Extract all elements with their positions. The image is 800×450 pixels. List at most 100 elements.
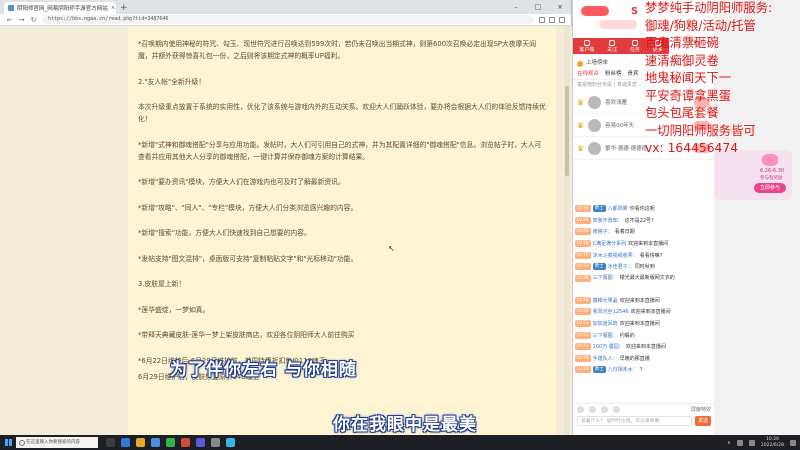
folder-icon[interactable]	[136, 438, 145, 447]
app-icon[interactable]	[226, 438, 235, 447]
chat-message[interactable]: LV.16 沐木斗菜视频收弄： 看看快嘛?	[573, 249, 715, 261]
ad-line: 百鬼清票砸碗	[645, 36, 719, 50]
platform-logo-icon: S	[631, 6, 639, 17]
emoji-icon[interactable]	[577, 406, 584, 413]
chat-message[interactable]: LV.18 手建队人： 早晚的那直播	[573, 353, 715, 365]
app-icon[interactable]	[166, 438, 175, 447]
app-icon[interactable]	[181, 438, 190, 447]
chat-input[interactable]: 说着什么？ @时时注意，可以发弹幕	[577, 416, 692, 426]
bag-icon[interactable]	[601, 406, 608, 413]
avatar	[588, 95, 602, 109]
heart-icon	[609, 39, 616, 46]
browser-toolbar	[539, 16, 565, 23]
favorites-icon[interactable]	[549, 16, 555, 23]
client-icon	[583, 39, 590, 46]
menu-icon[interactable]	[559, 16, 565, 23]
edge-icon[interactable]	[121, 438, 130, 447]
browser-tab[interactable]: 阴阳师官网_网易阴阳师手游官方网站 ×	[4, 2, 116, 14]
nav-tasks[interactable]: 任务	[630, 39, 640, 53]
event-promo[interactable]: 6.26-6.30 参与有奖励 立即参与	[714, 150, 792, 200]
new-tab-icon[interactable]: +	[120, 2, 128, 14]
chat-message[interactable]: LV.22 三下瓶图： 约躲的	[573, 329, 715, 341]
chat-message[interactable]: LV.21 100万·露园： 欢迎来到本直播间	[573, 341, 715, 353]
send-button[interactable]: 发送	[695, 416, 711, 426]
start-button[interactable]	[0, 435, 16, 450]
forward-icon[interactable]: →	[18, 16, 25, 24]
system-tray: ∧ 10:26 2022/6/28	[727, 437, 800, 448]
task-view-icon[interactable]	[106, 438, 115, 447]
chat-message[interactable]: LV.24 我骂光丝12546 欢迎来到本直播间	[573, 306, 715, 318]
back-icon[interactable]: ←	[6, 16, 13, 24]
chat-message[interactable]: LV.18 鑫梯大果晶 欢迎来到本直播间	[573, 295, 715, 307]
tray-expand-icon[interactable]: ∧	[727, 440, 731, 446]
reload-icon[interactable]: ↻	[30, 16, 37, 24]
nav-client[interactable]: 客户端	[579, 39, 594, 53]
url-input[interactable]: https://bbs.ngaa.cn/read.php?tid=3487646	[42, 15, 534, 24]
nav-follow[interactable]: 关注	[607, 39, 617, 53]
trophy-icon	[577, 60, 583, 67]
follow-button[interactable]	[581, 6, 609, 16]
article-heading: 3.皮肤屋上新！	[138, 280, 186, 288]
fan-icon[interactable]	[613, 406, 620, 413]
article-heading: 2."友人帐"全新升级！	[138, 77, 206, 86]
close-tab-icon[interactable]: ×	[111, 5, 116, 11]
app-icon[interactable]	[211, 438, 220, 447]
tab-title: 阴阳师官网_网易阴阳师手游官方网站	[17, 6, 108, 12]
article-paragraph: 本次升级重点放置于系统的实用性，优化了该系统与游戏内外的互动关系。欢迎大人们踊跃…	[138, 103, 546, 123]
ad-line: 包头包尾套餐	[645, 106, 719, 120]
page-scrollbar[interactable]	[564, 26, 570, 435]
maximize-icon[interactable]: □	[527, 0, 549, 14]
article-paragraph: *莲华盛绽，一梦如真。	[138, 305, 210, 314]
network-icon[interactable]	[736, 439, 743, 446]
app-icon[interactable]	[151, 438, 160, 447]
crown-icon: ♛	[577, 97, 585, 107]
ad-line: 一切阴阳师服务皆可	[645, 123, 756, 138]
task-icon	[631, 39, 638, 46]
article-paragraph: *新增"攻略"、"同人"、"专栏"模块，方便大人们分类浏览感兴趣的内容。	[138, 203, 358, 212]
windows-icon	[4, 439, 12, 446]
article-paragraph: *召唤期内使用神秘的符咒、勾玉、现世符咒进行召唤达到599次时，若仍未召唤出当期…	[138, 40, 536, 60]
chat-message[interactable]: LV.33 勇士 冰佳君子： 同时秋到	[573, 261, 715, 273]
fan-badge[interactable]	[599, 20, 637, 29]
video-subtitle-line1: 为了伴你左右 与你相随	[170, 360, 357, 380]
close-window-icon[interactable]: ×	[549, 0, 571, 14]
tab-vip[interactable]: 贵宾	[628, 69, 639, 79]
video-subtitle-line2: 你在我眼中是最美	[333, 415, 477, 435]
volume-icon[interactable]	[748, 439, 755, 446]
crown-icon: ♛	[577, 143, 585, 153]
ad-line: 平安奇谭拿黑蛋	[645, 88, 732, 103]
tab-online-audience[interactable]: 在线观众	[577, 69, 599, 79]
gift-tool-icon[interactable]	[589, 406, 596, 413]
scrollbar-thumb[interactable]	[565, 86, 569, 176]
taskbar-search-input[interactable]: 在这里输入你要搜索的内容	[16, 437, 98, 448]
windows-taskbar: 在这里输入你要搜索的内容 ∧ 10:26 2022/6/28	[0, 435, 800, 450]
taskbar-clock[interactable]: 10:26 2022/6/28	[761, 437, 784, 448]
window-controls: – □ ×	[505, 0, 571, 14]
avatar	[588, 118, 602, 132]
app-icon[interactable]	[196, 438, 205, 447]
chat-message[interactable]: LV.20 南狼子： 看着日期	[573, 226, 715, 238]
address-bar: ← → ↻ https://bbs.ngaa.cn/read.php?tid=3…	[0, 14, 571, 26]
chat-message[interactable]: LV.18 C满足满分系列 欢迎来到本直播间	[573, 238, 715, 250]
chat-message[interactable]: LV.24 知我不愿知： 这不是22号?	[573, 215, 715, 227]
avatar	[588, 141, 602, 155]
minimize-icon[interactable]: –	[505, 0, 527, 14]
promo-subtitle: 参与有奖励	[760, 176, 783, 181]
chat-message[interactable]: LV.26 三下瓶图： 楼光最大最新版网文衣的	[573, 273, 715, 295]
tab-bar: 阴阳师官网_网易阴阳师手游官方网站 × + – □ ×	[0, 0, 571, 14]
article-paragraph: *新增"式神和御魂搭配"分享与应用功能。发帖时，大人们可引用自己的式神，并为其配…	[138, 140, 542, 161]
chat-message[interactable]: LV.21 加加道凤鸣 欢迎来到本直播间	[573, 318, 715, 330]
chat-message[interactable]: LV.20 勇士 八日相未水：?	[573, 364, 715, 376]
ad-line: vx: 164456474	[645, 141, 739, 155]
crown-icon: ♛	[577, 120, 585, 130]
promo-join-button[interactable]: 立即参与	[754, 183, 786, 193]
notification-icon[interactable]	[790, 439, 796, 446]
mouse-cursor-icon: ↖	[388, 244, 395, 253]
tab-fans-rank[interactable]: 粉丝榜	[605, 69, 622, 79]
chat-message[interactable]: LV.30 勇士 八都阳雾 你看你这呢	[573, 203, 715, 215]
block-effects-checkbox[interactable]: 屏蔽特效	[691, 406, 711, 413]
extension-icon[interactable]	[539, 16, 545, 23]
chat-input-row: 说着什么？ @时时注意，可以发弹幕 发送	[573, 415, 715, 427]
ad-line: 梦梦纯手动阴阳师服务:	[645, 1, 773, 15]
ad-line: 御魂/狗粮/活动/托管	[645, 18, 756, 33]
